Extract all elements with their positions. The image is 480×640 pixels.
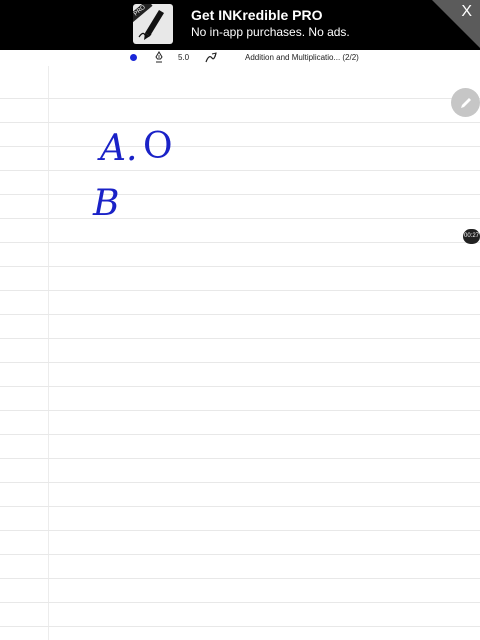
ruled-line — [0, 554, 480, 555]
ruled-line — [0, 98, 480, 99]
ruled-line — [0, 194, 480, 195]
document-title[interactable]: Addition and Multiplicatio... (2/2) — [245, 53, 359, 62]
ruled-line — [0, 458, 480, 459]
close-icon[interactable]: X — [461, 2, 472, 22]
ruled-line — [0, 242, 480, 243]
banner-title[interactable]: Get INKredible PRO — [191, 7, 322, 23]
ruled-line — [0, 170, 480, 171]
app-icon[interactable]: PRO — [133, 4, 173, 44]
note-canvas[interactable] — [0, 66, 480, 640]
pencil-icon — [460, 97, 471, 108]
ruled-line — [0, 362, 480, 363]
ruled-line — [0, 602, 480, 603]
ruled-line — [0, 386, 480, 387]
ruled-line — [0, 506, 480, 507]
pen-size-value[interactable]: 5.0 — [178, 53, 189, 62]
toolbar: 5.0 Addition and Multiplicatio... (2/2) — [0, 50, 480, 66]
ruled-line — [0, 578, 480, 579]
edit-button[interactable] — [451, 88, 480, 117]
banner-subtitle: No in-app purchases. No ads. — [191, 25, 350, 39]
handwritten-circle: O — [143, 126, 173, 167]
ruled-line — [0, 218, 480, 219]
handwritten-letter-a: A. — [100, 128, 138, 169]
brush-stroke-icon[interactable] — [205, 52, 217, 64]
ad-banner[interactable]: PRO Get INKredible PRO No in-app purchas… — [0, 0, 480, 50]
pen-color-swatch[interactable] — [130, 54, 137, 61]
ruled-line — [0, 146, 480, 147]
banner-close-corner[interactable] — [432, 0, 480, 48]
ruled-line — [0, 410, 480, 411]
ruled-line — [0, 530, 480, 531]
ruled-line — [0, 434, 480, 435]
fountain-pen-icon[interactable] — [154, 51, 164, 63]
ruled-line — [0, 338, 480, 339]
ruled-line — [0, 290, 480, 291]
ruled-line — [0, 122, 480, 123]
handwritten-letter-b: B — [93, 183, 120, 224]
ruled-line — [0, 626, 480, 627]
ruled-line — [0, 314, 480, 315]
ruled-line — [0, 482, 480, 483]
timer-badge: 00:27 — [463, 229, 480, 244]
ruled-line — [0, 266, 480, 267]
